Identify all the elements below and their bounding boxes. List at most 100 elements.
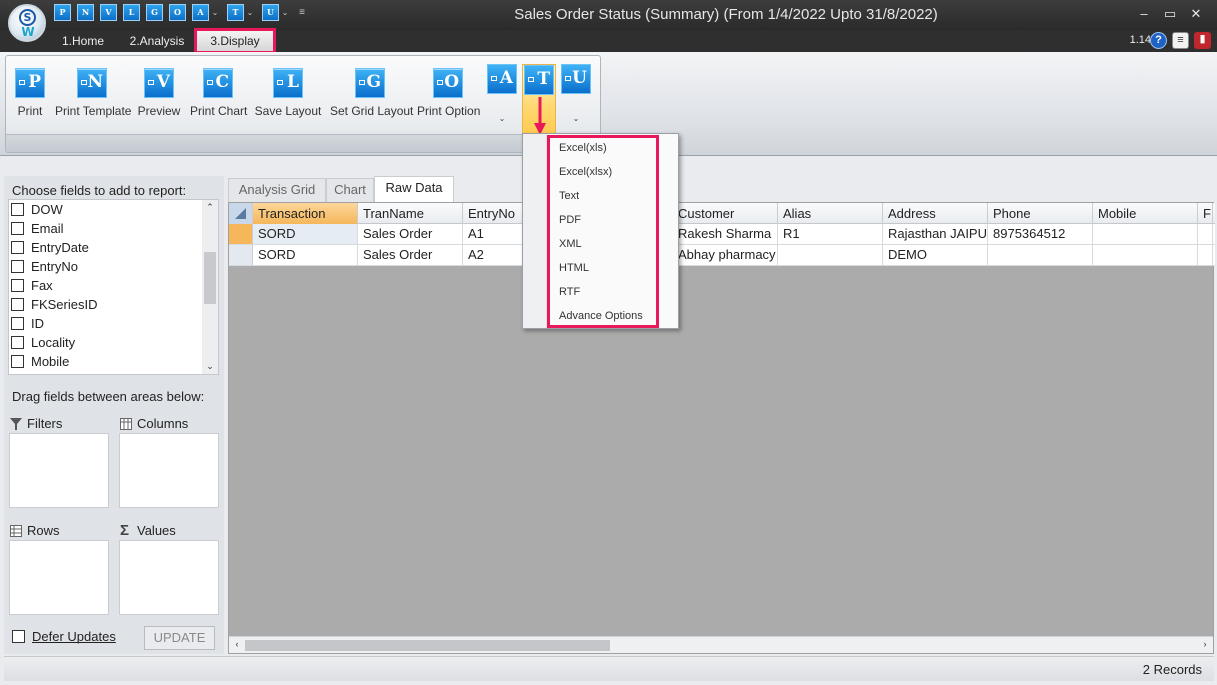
table-row[interactable]: SORD Sales Order A2 Abhay pharmacy DEMO	[229, 245, 1215, 266]
menu-item-advance-options[interactable]: Advance Options	[559, 305, 669, 327]
maximize-button[interactable]: ▭	[1157, 6, 1183, 24]
field-checkbox[interactable]	[11, 203, 24, 216]
table-cell[interactable]: SORD	[253, 224, 358, 244]
columns-drop-area[interactable]	[119, 433, 219, 508]
filters-drop-area[interactable]	[9, 433, 109, 508]
exit-icon[interactable]: ▮	[1194, 32, 1211, 49]
field-item[interactable]: Locality	[11, 333, 75, 352]
menu-item-pdf[interactable]: PDF	[559, 209, 669, 231]
field-item[interactable]: EntryNo	[11, 257, 78, 276]
table-cell[interactable]: Abhay pharmacy	[673, 245, 778, 265]
scroll-up-icon[interactable]: ⌃	[202, 202, 218, 213]
table-cell[interactable]: R1	[778, 224, 883, 244]
export-a-dropdown-arrow[interactable]: ⌄	[485, 114, 519, 123]
field-checkbox[interactable]	[11, 336, 24, 349]
menu-item-excel-xlsx[interactable]: Excel(xlsx)	[559, 161, 669, 183]
field-checkbox[interactable]	[11, 355, 24, 368]
grid-scroll-thumb[interactable]	[245, 640, 610, 651]
scroll-down-icon[interactable]: ⌄	[202, 361, 218, 372]
field-checkbox[interactable]	[11, 222, 24, 235]
table-cell[interactable]: 8975364512	[988, 224, 1093, 244]
table-cell[interactable]	[1198, 245, 1213, 265]
values-drop-area[interactable]	[119, 540, 219, 615]
minimize-button[interactable]: –	[1131, 6, 1157, 24]
tab-analysis[interactable]: 2.Analysis	[124, 32, 190, 52]
table-cell[interactable]: DEMO	[883, 245, 988, 265]
export-u-button[interactable]: U ⌄	[559, 64, 593, 140]
tab-chart[interactable]: Chart	[326, 178, 374, 202]
close-button[interactable]: ✕	[1183, 6, 1209, 24]
help-icon[interactable]: ?	[1150, 32, 1167, 49]
table-cell[interactable]: Sales Order	[358, 245, 463, 265]
table-row[interactable]: SORD Sales Order A1 Rakesh Sharma R1 Raj…	[229, 224, 1215, 245]
print-button[interactable]: P Print	[13, 68, 47, 118]
field-checkbox[interactable]	[11, 317, 24, 330]
column-header-tranname[interactable]: TranName	[358, 203, 463, 224]
column-header-phone[interactable]: Phone	[988, 203, 1093, 224]
field-item[interactable]: EntryDate	[11, 238, 89, 257]
column-header-alias[interactable]: Alias	[778, 203, 883, 224]
table-cell[interactable]: Sales Order	[358, 224, 463, 244]
grid-horizontal-scrollbar[interactable]: ‹ ›	[229, 636, 1213, 653]
tab-raw-data[interactable]: Raw Data	[374, 176, 454, 202]
app-logo-icon[interactable]: S W	[8, 4, 46, 42]
menu-item-html[interactable]: HTML	[559, 257, 669, 279]
field-list-scroll-thumb[interactable]	[204, 252, 216, 304]
field-checkbox[interactable]	[11, 298, 24, 311]
defer-updates-checkbox[interactable]	[12, 630, 25, 643]
row-selector[interactable]	[229, 224, 253, 244]
field-list-scrollbar[interactable]: ⌃ ⌄	[202, 200, 218, 374]
print-option-button[interactable]: O Print Option	[417, 68, 480, 118]
data-grid[interactable]: Transaction TranName EntryNo Customer Al…	[228, 202, 1215, 654]
defer-updates[interactable]: Defer Updates	[12, 629, 116, 644]
column-header-f[interactable]: F	[1198, 203, 1213, 224]
field-checkbox[interactable]	[11, 260, 24, 273]
rows-drop-area[interactable]	[9, 540, 109, 615]
field-list[interactable]: DOW Email EntryDate EntryNo Fax FKSeries…	[8, 199, 219, 375]
save-layout-button[interactable]: L Save Layout	[254, 68, 322, 118]
column-header-address[interactable]: Address	[883, 203, 988, 224]
grid-select-all[interactable]	[229, 203, 253, 224]
tab-display[interactable]: 3.Display	[194, 28, 276, 54]
print-option-icon: O	[433, 68, 463, 98]
menu-item-rtf[interactable]: RTF	[559, 281, 669, 303]
record-count: 2 Records	[1142, 662, 1202, 677]
table-cell[interactable]	[1093, 224, 1198, 244]
table-cell[interactable]	[1093, 245, 1198, 265]
field-item[interactable]: ID	[11, 314, 44, 333]
update-button[interactable]: UPDATE	[144, 626, 215, 650]
table-cell[interactable]: Rakesh Sharma	[673, 224, 778, 244]
table-cell[interactable]	[778, 245, 883, 265]
table-cell[interactable]: SORD	[253, 245, 358, 265]
tab-home[interactable]: 1.Home	[52, 32, 114, 52]
table-cell[interactable]	[1198, 224, 1213, 244]
export-u-dropdown-arrow[interactable]: ⌄	[559, 114, 593, 123]
print-template-button[interactable]: N Print Template	[55, 68, 131, 118]
field-checkbox[interactable]	[11, 279, 24, 292]
document-icon[interactable]: ≡	[1172, 32, 1189, 49]
menu-item-text[interactable]: Text	[559, 185, 669, 207]
tab-analysis-grid[interactable]: Analysis Grid	[228, 178, 326, 202]
field-checkbox[interactable]	[11, 241, 24, 254]
menu-item-xml[interactable]: XML	[559, 233, 669, 255]
table-cell[interactable]: Rajasthan JAIPUR	[883, 224, 988, 244]
field-item[interactable]: Fax	[11, 276, 53, 295]
field-item[interactable]: Mobile	[11, 352, 69, 371]
column-header-customer[interactable]: Customer	[673, 203, 778, 224]
scroll-left-icon[interactable]: ‹	[229, 639, 245, 649]
menu-icon-gutter	[523, 134, 547, 328]
menu-item-excel-xls[interactable]: Excel(xls)	[559, 137, 669, 159]
row-selector[interactable]	[229, 245, 253, 265]
set-grid-layout-button[interactable]: G Set Grid Layout	[330, 68, 413, 118]
column-header-transaction[interactable]: Transaction	[253, 203, 358, 224]
ribbon-group-display: P Print N Print Template V Preview C Pri…	[5, 55, 601, 153]
field-item[interactable]: FKSeriesID	[11, 295, 97, 314]
field-item[interactable]: Email	[11, 219, 64, 238]
table-cell[interactable]	[988, 245, 1093, 265]
export-a-button[interactable]: A ⌄	[485, 64, 519, 140]
scroll-right-icon[interactable]: ›	[1197, 639, 1213, 649]
column-header-mobile[interactable]: Mobile	[1093, 203, 1198, 224]
print-chart-button[interactable]: C Print Chart	[190, 68, 247, 118]
preview-button[interactable]: V Preview	[137, 68, 181, 118]
field-item[interactable]: DOW	[11, 200, 63, 219]
